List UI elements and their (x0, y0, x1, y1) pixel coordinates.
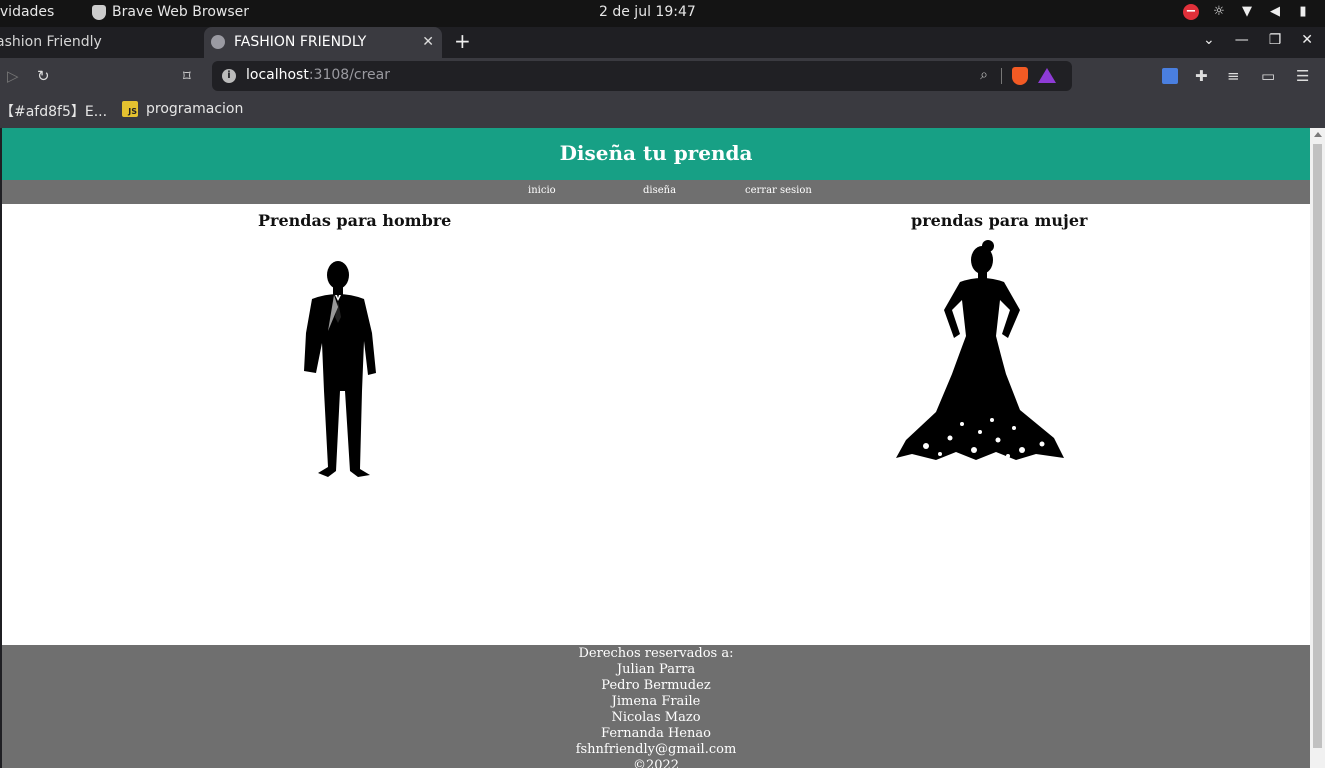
men-clothing-image[interactable] (298, 261, 380, 479)
scroll-up-icon[interactable] (1314, 132, 1322, 137)
footer-author: Julian Parra (616, 662, 696, 677)
menu-icon[interactable]: ☰ (1296, 67, 1309, 85)
nav-link-disena[interactable]: diseña (643, 185, 676, 196)
footer-copyright: ©2022 (632, 758, 680, 768)
close-window-icon[interactable]: ✕ (1301, 32, 1313, 48)
nav-link-inicio[interactable]: inicio (528, 185, 556, 196)
women-section-title: prendas para mujer (911, 211, 1088, 230)
address-bar[interactable]: i localhost:3108/crear ⌕ (212, 61, 1072, 91)
bookmark-item[interactable]: 【#afd8f5】E... (0, 101, 107, 121)
bookmark-label: programacion (146, 101, 244, 117)
browser-toolbar: ▷ ↻ ⌑ i localhost:3108/crear ⌕ ✚ ≡ ▭ ☰ (0, 58, 1325, 94)
forward-icon[interactable]: ▷ (7, 67, 19, 85)
zoom-icon[interactable]: ⌕ (980, 67, 988, 83)
clock[interactable]: 2 de jul 19:47 (599, 4, 696, 20)
footer-author: Nicolas Mazo (611, 710, 701, 725)
tab-title: FASHION FRIENDLY (234, 34, 367, 50)
battery-icon[interactable]: ▮ (1295, 4, 1311, 20)
bookmark-item-programacion[interactable]: JS programacion (122, 101, 243, 117)
tab-strip: ashion Friendly FASHION FRIENDLY ✕ + ⌄ —… (0, 27, 1325, 58)
system-top-bar: ividades Brave Web Browser 2 de jul 19:4… (0, 0, 1325, 27)
scrollbar-thumb[interactable] (1313, 144, 1322, 748)
new-tab-icon[interactable]: + (454, 29, 471, 53)
media-playlist-icon[interactable]: ≡ (1227, 67, 1240, 85)
brightness-icon[interactable]: ☼ (1211, 4, 1227, 20)
footer-author: Pedro Bermudez (601, 678, 711, 693)
site-info-icon[interactable]: i (222, 69, 236, 83)
url-text[interactable]: localhost:3108/crear (246, 67, 390, 83)
bookmark-icon[interactable]: ⌑ (183, 67, 191, 85)
globe-icon (211, 35, 225, 49)
wifi-icon[interactable]: ▼ (1239, 4, 1255, 20)
footer-email: fshnfriendly@gmail.com (575, 742, 737, 757)
do-not-disturb-icon[interactable]: − (1183, 4, 1199, 20)
tab-active[interactable]: FASHION FRIENDLY ✕ (204, 27, 442, 58)
app-name: Brave Web Browser (112, 4, 249, 20)
page-footer: Derechos reservados a: Julian Parra Pedr… (2, 645, 1310, 768)
divider (1001, 68, 1002, 84)
brave-rewards-icon[interactable] (1038, 68, 1056, 83)
page-viewport: Diseña tu prenda inicio diseña cerrar se… (2, 128, 1310, 768)
reload-icon[interactable]: ↻ (37, 67, 50, 85)
tab-search-chevron-icon[interactable]: ⌄ (1203, 32, 1215, 48)
footer-rights: Derechos reservados a: (578, 646, 734, 661)
minimize-icon[interactable]: — (1235, 32, 1249, 48)
volume-icon[interactable]: ◀ (1267, 4, 1283, 20)
translate-icon[interactable] (1162, 68, 1178, 84)
url-path: :3108/crear (308, 67, 390, 83)
maximize-icon[interactable]: ❐ (1269, 32, 1282, 48)
women-clothing-image[interactable] (896, 240, 1064, 462)
tab-fashion-friendly[interactable]: ashion Friendly (0, 27, 200, 58)
url-host: localhost (246, 67, 309, 83)
wallet-icon[interactable]: ▭ (1261, 67, 1275, 85)
app-menu[interactable]: Brave Web Browser (92, 4, 249, 20)
men-section-title: Prendas para hombre (258, 211, 452, 230)
nav-link-cerrar-sesion[interactable]: cerrar sesion (745, 185, 812, 196)
close-tab-icon[interactable]: ✕ (422, 27, 434, 57)
page-header: Diseña tu prenda (2, 128, 1310, 180)
bookmarks-bar: 【#afd8f5】E... JS programacion (0, 94, 1325, 128)
brave-shields-icon[interactable] (1012, 67, 1028, 85)
page-scrollbar[interactable] (1310, 128, 1325, 768)
brave-lion-icon (92, 4, 106, 20)
system-tray[interactable]: − ☼ ▼ ◀ ▮ (1183, 4, 1311, 20)
footer-author: Jimena Fraile (611, 694, 701, 709)
page-nav: inicio diseña cerrar sesion (2, 180, 1310, 204)
activities-button[interactable]: ividades (0, 4, 54, 20)
extensions-icon[interactable]: ✚ (1195, 67, 1208, 85)
tab-title: ashion Friendly (0, 34, 102, 50)
window-controls: ⌄ — ❐ ✕ (1203, 32, 1313, 48)
footer-author: Fernanda Henao (601, 726, 711, 741)
js-icon: JS (122, 101, 138, 117)
